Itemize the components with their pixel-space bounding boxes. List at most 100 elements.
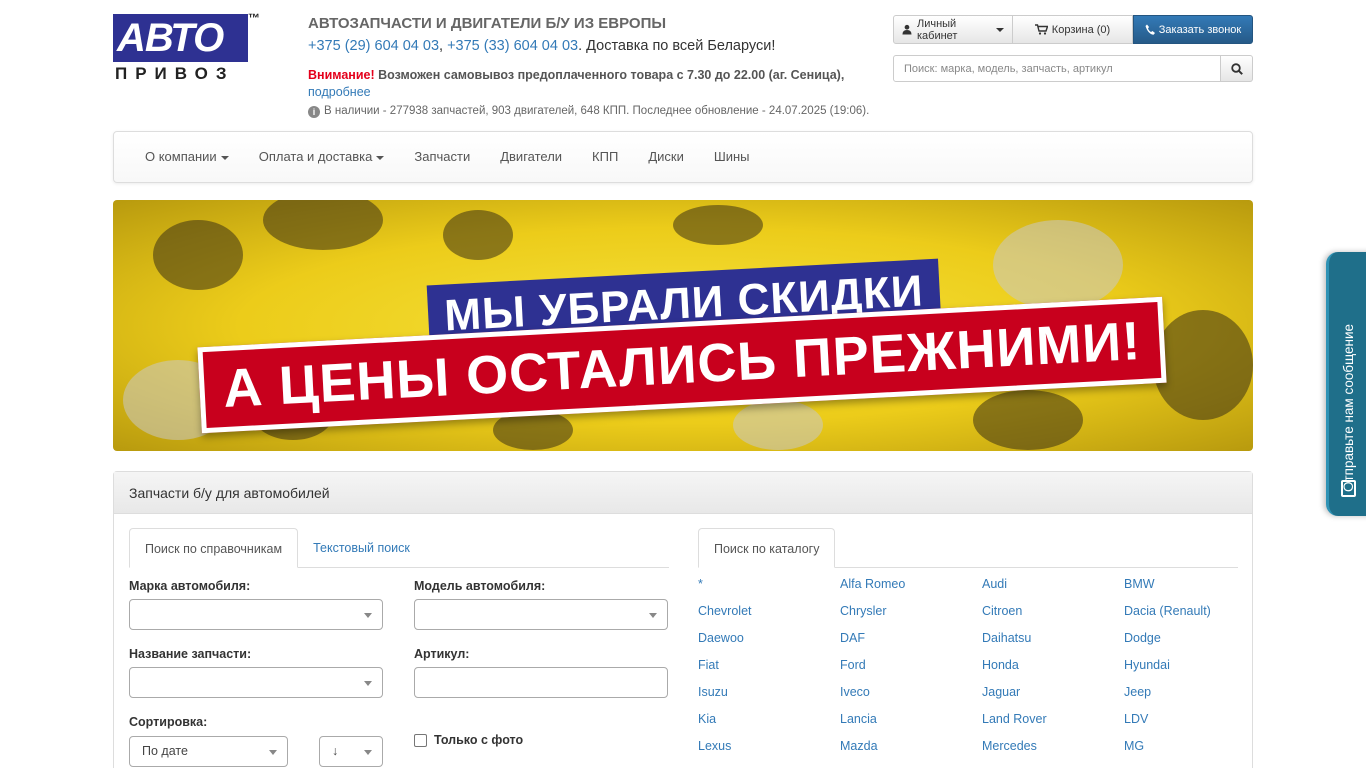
logo-subtitle: ПРИВОЗ: [115, 64, 235, 83]
more-link[interactable]: подробнее: [308, 85, 371, 99]
brand-link[interactable]: Jaguar: [982, 684, 1124, 701]
brand-link[interactable]: Chevrolet: [698, 603, 840, 620]
brand-link[interactable]: Daewoo: [698, 630, 840, 647]
sort-value: По дате: [142, 744, 188, 758]
trademark: ™: [248, 11, 260, 25]
brand-link[interactable]: Honda: [982, 657, 1124, 674]
brand-link[interactable]: Fiat: [698, 657, 840, 674]
article-label: Артикул:: [414, 647, 470, 661]
tab-directory-search[interactable]: Поиск по справочникам: [129, 528, 299, 568]
cart-button[interactable]: Корзина (0): [1013, 15, 1133, 44]
nav-item-about[interactable]: О компании: [130, 131, 244, 183]
cart-icon: [1034, 24, 1048, 35]
chevron-down-icon: [364, 613, 372, 618]
parts-search-panel: Запчасти б/у для автомобилей Поиск по сп…: [113, 471, 1253, 768]
brand-link[interactable]: LDV: [1124, 711, 1238, 728]
brand-link[interactable]: Dodge: [1124, 630, 1238, 647]
article-input[interactable]: [414, 667, 668, 698]
warning-text: Возможен самовывоз предоплаченного товар…: [374, 68, 845, 82]
brand-link[interactable]: *: [698, 576, 840, 593]
nav-label: Оплата и доставка: [258, 149, 373, 164]
phone-link-1[interactable]: +375 (29) 604 04 03: [308, 38, 439, 54]
checkbox-box[interactable]: [414, 733, 427, 747]
cart-label: Корзина (0): [1051, 23, 1111, 36]
account-toolbar: Личный кабинет Корзина (0) Заказать звон…: [893, 15, 1253, 44]
catalog-tabs: Поиск по каталогу: [698, 528, 1238, 568]
sort-direction: ↓: [332, 744, 339, 758]
banner-part-image: [443, 210, 513, 260]
tab-text-search[interactable]: Текстовый поиск: [298, 528, 425, 568]
site-tagline: АВТОЗАПЧАСТИ И ДВИГАТЕЛИ Б/У ИЗ ЕВРОПЫ: [308, 15, 667, 32]
chevron-down-icon: [364, 681, 372, 686]
stock-text: В наличии - 277938 запчастей, 903 двигат…: [324, 105, 870, 117]
phone-link-2[interactable]: +375 (33) 604 04 03: [447, 38, 578, 54]
photo-only-checkbox[interactable]: Только с фото: [414, 733, 523, 747]
sort-direction-select[interactable]: ↓: [319, 736, 383, 767]
cabinet-label: Личный кабинет: [916, 17, 958, 42]
brand-link[interactable]: Isuzu: [698, 684, 840, 701]
contact-phones: +375 (29) 604 04 03, +375 (33) 604 04 03…: [308, 38, 775, 54]
brand-link[interactable]: Ford: [840, 657, 982, 674]
nav-item-engines[interactable]: Двигатели: [485, 131, 577, 183]
brand-label: Марка автомобиля:: [129, 579, 251, 593]
brand-link[interactable]: Kia: [698, 711, 840, 728]
model-label: Модель автомобиля:: [414, 579, 546, 593]
brand-link[interactable]: DAF: [840, 630, 982, 647]
feedback-tab[interactable]: Отправьте нам сообщение: [1326, 252, 1366, 516]
brand-link[interactable]: Audi: [982, 576, 1124, 593]
logo-word: АВТО: [117, 16, 224, 60]
callback-label: Заказать звонок: [1158, 23, 1242, 36]
site-logo[interactable]: АВТО ™ ПРИВОЗ: [113, 11, 263, 84]
banner-part-image: [993, 220, 1123, 310]
brand-link[interactable]: Land Rover: [982, 711, 1124, 728]
nav-item-gearboxes[interactable]: КПП: [577, 131, 633, 183]
nav-item-payment[interactable]: Оплата и доставка: [244, 131, 400, 183]
nav-item-tires[interactable]: Шины: [699, 131, 765, 183]
chevron-down-icon: [364, 750, 372, 755]
model-select[interactable]: [414, 599, 668, 630]
brand-link[interactable]: BMW: [1124, 576, 1238, 593]
banner-part-image: [153, 220, 243, 290]
brand-link[interactable]: Mercedes: [982, 738, 1124, 755]
chevron-down-icon: [649, 613, 657, 618]
sort-label: Сортировка:: [129, 715, 208, 729]
brand-select[interactable]: [129, 599, 383, 630]
warning-label: Внимание!: [308, 68, 375, 82]
brand-link[interactable]: Alfa Romeo: [840, 576, 982, 593]
search-input[interactable]: [893, 55, 1221, 82]
brand-link[interactable]: Daihatsu: [982, 630, 1124, 647]
nav-item-parts[interactable]: Запчасти: [399, 131, 485, 183]
part-select[interactable]: [129, 667, 383, 698]
chevron-down-icon: [376, 155, 385, 160]
cabinet-button[interactable]: Личный кабинет: [893, 15, 1013, 44]
brand-link[interactable]: Citroen: [982, 603, 1124, 620]
stock-info: i В наличии - 277938 запчастей, 903 двига…: [308, 105, 869, 118]
banner-part-image: [673, 205, 763, 245]
banner-part-image: [973, 390, 1083, 450]
promo-banner[interactable]: МЫ УБРАЛИ СКИДКИ А ЦЕНЫ ОСТАЛИСЬ ПРЕЖНИМ…: [113, 200, 1253, 451]
main-nav: О компании Оплата и доставка Запчасти Дв…: [113, 131, 1253, 183]
feedback-label: Отправьте нам сообщение: [1341, 323, 1356, 492]
brand-link[interactable]: Dacia (Renault): [1124, 603, 1238, 620]
photo-only-label: Только с фото: [434, 733, 524, 747]
brand-link[interactable]: Iveco: [840, 684, 982, 701]
phone-icon: [1145, 24, 1155, 35]
search-button[interactable]: [1221, 55, 1253, 82]
brand-link[interactable]: MG: [1124, 738, 1238, 755]
info-icon: i: [308, 106, 320, 118]
brand-link[interactable]: Hyundai: [1124, 657, 1238, 674]
nav-item-wheels[interactable]: Диски: [633, 131, 699, 183]
brand-link[interactable]: Mazda: [840, 738, 982, 755]
brand-link[interactable]: Jeep: [1124, 684, 1238, 701]
sort-select[interactable]: По дате: [129, 736, 288, 767]
delivery-note: . Доставка по всей Беларуси!: [578, 38, 776, 54]
pickup-notice: Внимание! Возможен самовывоз предоплачен…: [308, 67, 868, 101]
chevron-down-icon: [269, 750, 277, 755]
brand-link[interactable]: Chrysler: [840, 603, 982, 620]
brand-catalog-list: * Alfa Romeo Audi BMW Chevrolet Chrysler Citro…: [698, 576, 1238, 755]
brand-link[interactable]: Lancia: [840, 711, 982, 728]
user-icon: [902, 24, 912, 35]
tab-catalog-search[interactable]: Поиск по каталогу: [698, 528, 836, 568]
brand-link[interactable]: Lexus: [698, 738, 840, 755]
callback-button[interactable]: Заказать звонок: [1133, 15, 1253, 44]
